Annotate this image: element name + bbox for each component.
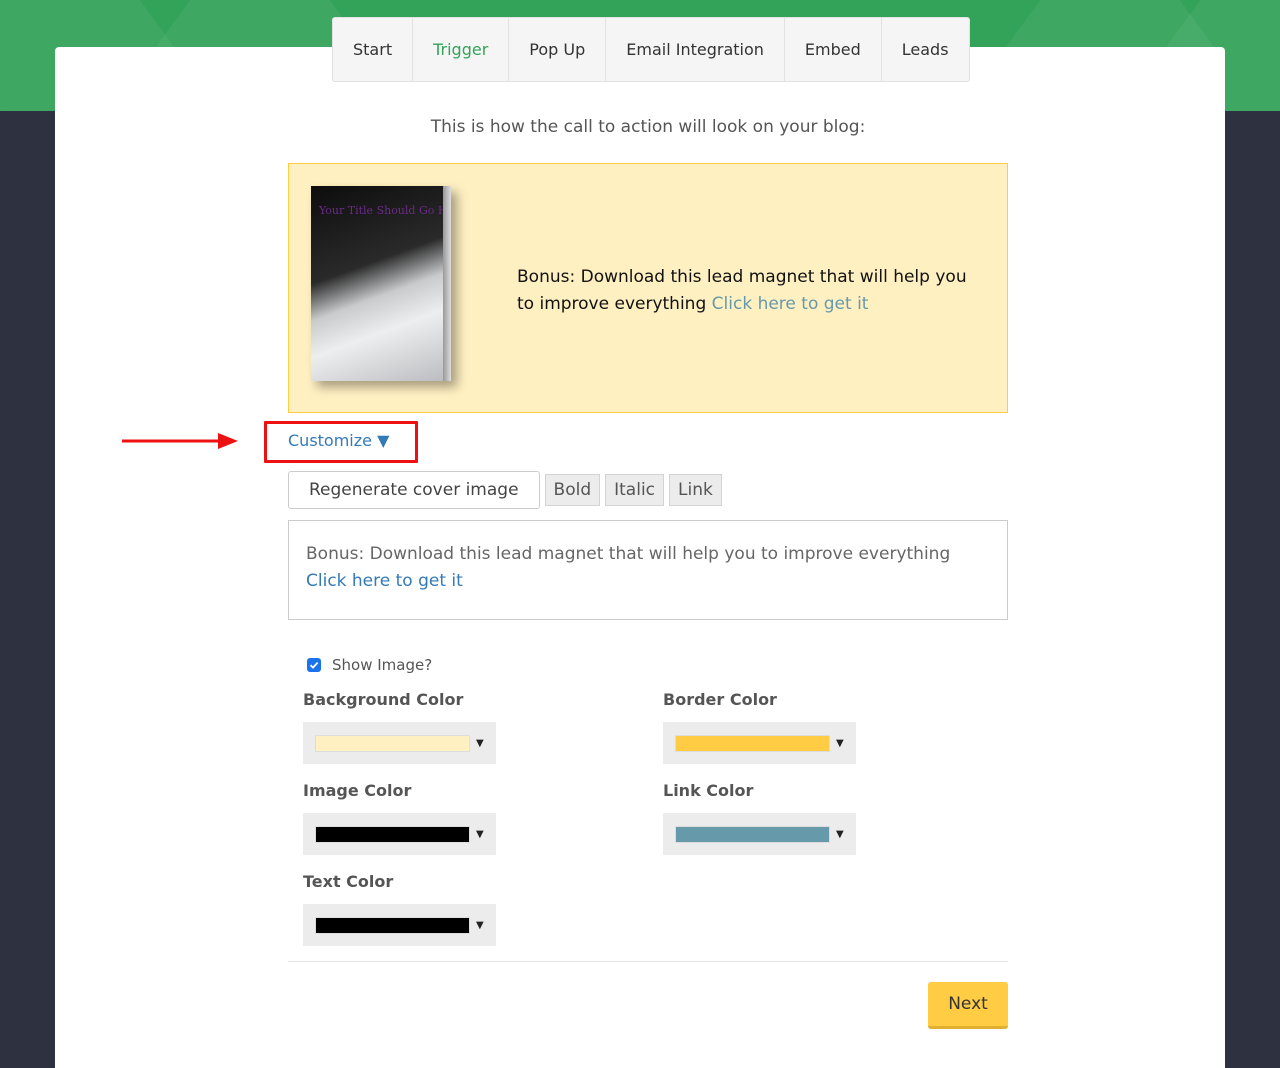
background-color-label: Background Color	[303, 690, 464, 709]
bold-button[interactable]: Bold	[544, 474, 601, 506]
check-icon	[309, 661, 319, 669]
show-image-label: Show Image?	[332, 656, 433, 674]
image-color-swatch	[315, 825, 470, 843]
border-color-swatch	[675, 734, 830, 752]
border-color-picker[interactable]: ▼	[663, 722, 856, 764]
link-color-swatch	[675, 825, 830, 843]
annotation-arrow-icon	[122, 433, 238, 449]
image-color-picker[interactable]: ▼	[303, 813, 496, 855]
tab-start[interactable]: Start	[333, 18, 414, 81]
editor-toolbar: Regenerate cover image Bold Italic Link	[288, 471, 722, 509]
book-title: Your Title Should Go H	[319, 204, 448, 217]
caret-down-icon: ▼	[476, 919, 484, 931]
cta-link[interactable]: Click here to get it	[712, 294, 869, 314]
tab-pop-up[interactable]: Pop Up	[509, 18, 607, 81]
text-color-swatch	[315, 916, 470, 934]
next-button[interactable]: Next	[928, 982, 1008, 1029]
show-image-checkbox[interactable]	[307, 658, 321, 672]
link-color-picker[interactable]: ▼	[663, 813, 856, 855]
caret-down-icon: ▼	[836, 737, 844, 749]
background-color-picker[interactable]: ▼	[303, 722, 496, 764]
cta-preview: Your Title Should Go H Bonus: Download t…	[288, 163, 1008, 413]
caret-down-icon: ▼	[836, 828, 844, 840]
border-color-label: Border Color	[663, 690, 777, 709]
tab-embed[interactable]: Embed	[785, 18, 882, 81]
editor-link-text: Click here to get it	[306, 571, 463, 591]
cta-text-editor[interactable]: Bonus: Download this lead magnet that wi…	[288, 520, 1008, 620]
italic-button[interactable]: Italic	[605, 474, 665, 506]
link-color-label: Link Color	[663, 781, 754, 800]
text-color-label: Text Color	[303, 872, 394, 891]
book-cover-image: Your Title Should Go H	[311, 186, 451, 381]
editor-body-text: Bonus: Download this lead magnet that wi…	[306, 544, 951, 564]
regenerate-cover-button[interactable]: Regenerate cover image	[288, 471, 540, 509]
tab-email-integration[interactable]: Email Integration	[606, 18, 785, 81]
customize-toggle[interactable]: Customize ▼	[288, 431, 389, 450]
tab-leads[interactable]: Leads	[882, 18, 969, 81]
image-color-label: Image Color	[303, 781, 412, 800]
caret-down-icon: ▼	[476, 737, 484, 749]
background-color-swatch	[315, 734, 470, 752]
link-button[interactable]: Link	[669, 474, 722, 506]
cta-text: Bonus: Download this lead magnet that wi…	[517, 264, 987, 318]
caret-down-icon: ▼	[476, 828, 484, 840]
wizard-tabs: Start Trigger Pop Up Email Integration E…	[332, 17, 970, 82]
show-image-option: Show Image?	[307, 656, 432, 674]
footer-divider	[288, 961, 1008, 962]
text-color-picker[interactable]: ▼	[303, 904, 496, 946]
preview-intro: This is how the call to action will look…	[430, 117, 866, 137]
tab-trigger[interactable]: Trigger	[413, 18, 510, 81]
